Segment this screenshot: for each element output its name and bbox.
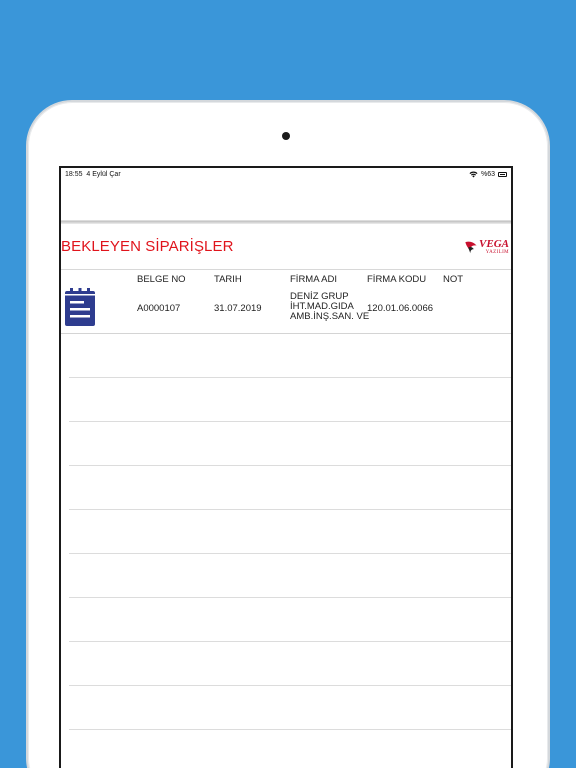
empty-row	[69, 686, 511, 730]
empty-row	[69, 642, 511, 686]
app-screen: 18:55 4 Eylül Çar %63 BEKLEYEN SİPARİŞLE…	[59, 166, 513, 768]
wifi-icon	[469, 171, 478, 178]
battery-icon	[498, 172, 507, 177]
cell-belge-no: A0000107	[137, 303, 181, 314]
empty-row	[69, 378, 511, 422]
status-bar: 18:55 4 Eylül Çar %63	[61, 168, 511, 181]
empty-row	[69, 554, 511, 598]
empty-row	[69, 598, 511, 642]
col-belge-no: BELGE NO	[137, 274, 186, 285]
page-header: BEKLEYEN SİPARİŞLER VEGA YAZILIM	[61, 224, 511, 270]
cell-tarih: 31.07.2019	[214, 303, 262, 314]
cell-firma-kodu: 120.01.06.0066	[367, 303, 434, 314]
status-right: %63	[469, 171, 507, 178]
col-not: NOT	[443, 274, 464, 285]
cell-firma-adi: DENİZ GRUP İHT.MAD.GIDA AMB.İNŞ.SAN. VE	[290, 292, 370, 322]
vega-logo-text: VEGA YAZILIM	[479, 237, 509, 255]
vega-logo: VEGA YAZILIM	[464, 237, 509, 255]
camera-dot	[282, 132, 290, 140]
logo-main-text: VEGA	[479, 237, 509, 250]
vega-logo-icon	[465, 241, 477, 253]
table-row[interactable]: A0000107 31.07.2019 DENİZ GRUP İHT.MAD.G…	[61, 286, 511, 334]
col-firma-kodu: FİRMA KODU	[367, 274, 427, 285]
status-time: 18:55	[65, 171, 83, 178]
page-title: BEKLEYEN SİPARİŞLER	[61, 238, 234, 255]
firma-adi-line-3: AMB.İNŞ.SAN. VE	[290, 311, 370, 322]
empty-row	[69, 422, 511, 466]
empty-row	[69, 466, 511, 510]
document-icon	[65, 288, 95, 326]
empty-row	[69, 510, 511, 554]
status-left: 18:55 4 Eylül Çar	[65, 171, 121, 178]
navigation-bar	[61, 181, 511, 221]
empty-row	[69, 730, 511, 768]
status-date: 4 Eylül Çar	[86, 171, 121, 178]
table-header: BELGE NO TARIH FİRMA ADI FİRMA KODU NOT	[61, 270, 511, 286]
col-tarih: TARIH	[214, 274, 242, 285]
logo-sub-text: YAZILIM	[485, 249, 509, 255]
battery-percent: %63	[480, 171, 495, 178]
empty-row	[69, 334, 511, 378]
col-firma-adi: FİRMA ADI	[290, 274, 337, 285]
